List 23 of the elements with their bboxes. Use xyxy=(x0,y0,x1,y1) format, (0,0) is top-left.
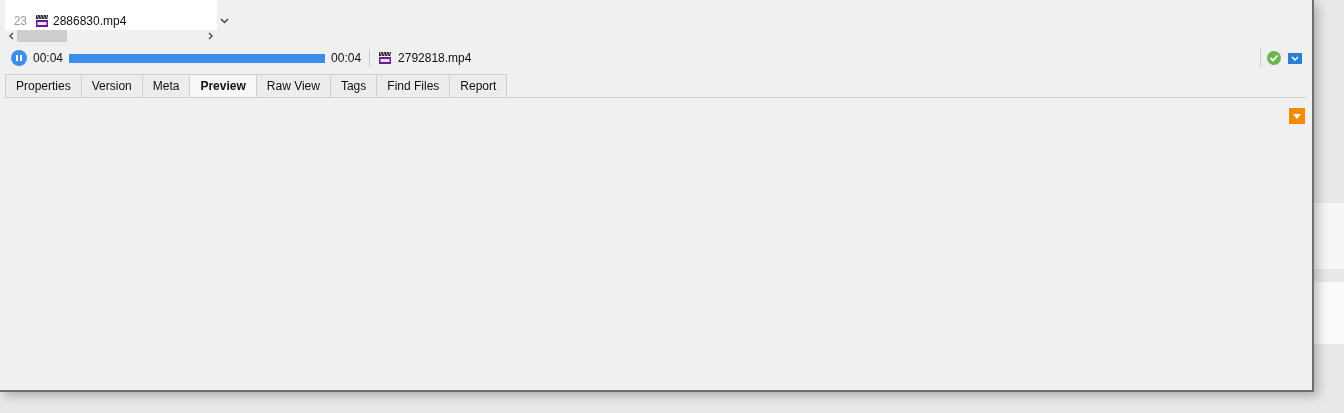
file-item[interactable]: 2886830.mp4 xyxy=(35,11,127,30)
total-time: 00:04 xyxy=(331,50,362,67)
tab[interactable]: Tags xyxy=(329,74,378,97)
pause-button[interactable] xyxy=(11,50,27,66)
progress-bar[interactable] xyxy=(69,53,326,63)
dropdown-button[interactable] xyxy=(1289,108,1305,124)
tab[interactable]: Report xyxy=(449,74,508,97)
check-circle-icon xyxy=(1267,51,1281,65)
caret-down-icon xyxy=(1293,113,1301,119)
tab[interactable]: Version xyxy=(80,74,143,97)
tab[interactable]: Raw View xyxy=(255,74,331,97)
dropdown-button[interactable] xyxy=(1288,52,1302,64)
line-number: 23 xyxy=(12,12,28,30)
tab[interactable]: Meta xyxy=(141,74,191,97)
chevron-down-icon[interactable] xyxy=(220,18,229,24)
file-name: 2792818.mp4 xyxy=(398,50,472,67)
tab[interactable]: Properties xyxy=(5,74,82,97)
chevron-down-icon xyxy=(1291,55,1299,61)
video-file-icon xyxy=(378,51,393,65)
tab[interactable]: Find Files xyxy=(376,74,451,97)
tab[interactable]: Preview xyxy=(189,74,257,97)
pause-icon xyxy=(15,54,23,62)
elapsed-time: 00:04 xyxy=(33,50,64,67)
